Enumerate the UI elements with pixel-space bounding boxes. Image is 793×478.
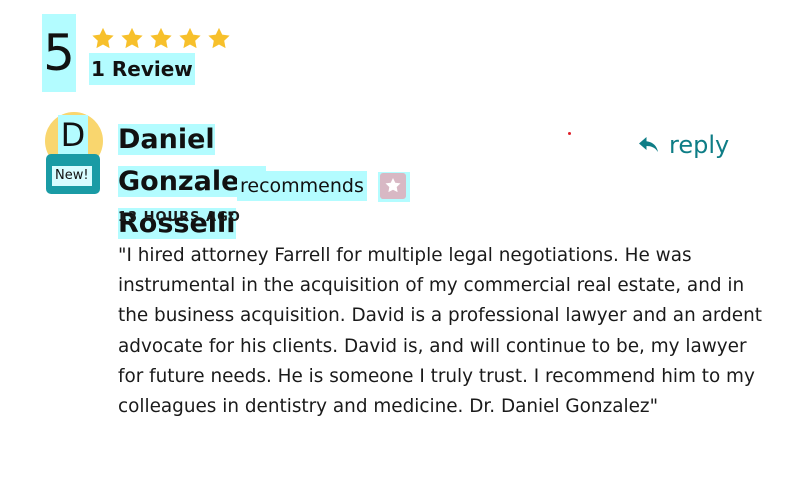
reply-label: reply bbox=[669, 131, 730, 159]
reply-arrow-icon bbox=[638, 135, 659, 155]
star-icon bbox=[177, 26, 203, 51]
indicator-dot bbox=[568, 132, 571, 135]
star-icon bbox=[90, 26, 116, 51]
recommend-badge bbox=[378, 172, 410, 202]
reply-button[interactable]: reply bbox=[638, 128, 729, 162]
star-icon bbox=[206, 26, 232, 51]
new-badge: New! bbox=[46, 154, 100, 194]
review-timestamp: 13 HOURS AGO bbox=[118, 210, 241, 225]
star-rating bbox=[90, 26, 232, 51]
avatar-initial: D bbox=[58, 115, 88, 155]
rating-score: 5 bbox=[42, 14, 76, 92]
star-icon bbox=[148, 26, 174, 51]
new-badge-label: New! bbox=[52, 166, 92, 186]
review-text: "I hired attorney Farrell for multiple l… bbox=[118, 245, 762, 418]
star-icon bbox=[119, 26, 145, 51]
recommends-label: recommends bbox=[237, 171, 367, 201]
star-badge-icon bbox=[380, 173, 406, 199]
review-count[interactable]: 1 Review bbox=[89, 53, 195, 85]
